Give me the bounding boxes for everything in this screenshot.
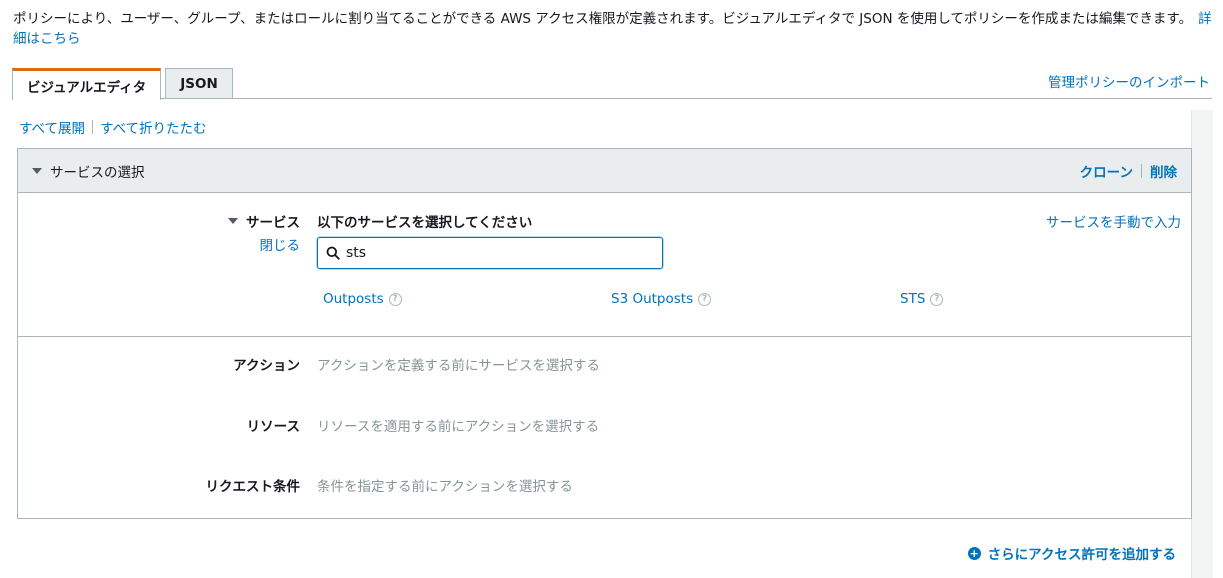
actions-label: アクション [233, 358, 300, 374]
help-icon[interactable]: ? [930, 292, 944, 306]
service-label-text: サービス [246, 215, 300, 231]
resources-label: リソース [246, 419, 300, 435]
expand-all-link[interactable]: すべて展開 [19, 117, 85, 137]
search-icon [326, 246, 340, 260]
permission-panel: サービスの選択 クローン 削除 サービス 閉じる 以下のサービスを選択してくださ… [17, 148, 1192, 519]
panel-header[interactable]: サービスの選択 クローン 削除 [18, 149, 1191, 193]
resources-hint: リソースを適用する前にアクションを選択する [317, 419, 600, 435]
tab-json[interactable]: JSON [165, 68, 233, 99]
service-results: Outposts ? S3 Outposts ? STS ? [323, 291, 1123, 311]
delete-button[interactable]: 削除 [1150, 161, 1177, 181]
actions-row: アクション アクションを定義する前にサービスを選択する [18, 354, 1191, 374]
editor-tabs: ビジュアルエディタ JSON [12, 68, 237, 100]
service-result-outposts[interactable]: Outposts [323, 291, 384, 307]
service-result-item[interactable]: Outposts ? [323, 291, 402, 307]
divider [1141, 163, 1142, 178]
collapse-all-link[interactable]: すべて折りたたむ [100, 117, 207, 137]
manual-service-link[interactable]: サービスを手動で入力 [1046, 211, 1181, 231]
caret-down-icon[interactable] [228, 218, 238, 224]
policy-description: ポリシーにより、ユーザー、グループ、またはロールに割り当てることができる AWS… [13, 9, 1213, 49]
service-result-sts[interactable]: STS [900, 291, 925, 307]
conditions-hint: 条件を指定する前にアクションを選択する [317, 479, 573, 495]
panel-actions: クローン 削除 [1080, 161, 1177, 181]
caret-down-icon[interactable] [32, 167, 42, 174]
service-result-s3-outposts[interactable]: S3 Outposts [611, 291, 693, 307]
add-permission-button[interactable]: + さらにアクセス許可を追加する [967, 543, 1176, 563]
conditions-label: リクエスト条件 [205, 479, 301, 495]
clone-button[interactable]: クローン [1080, 161, 1133, 181]
help-icon[interactable]: ? [698, 292, 712, 306]
plus-circle-icon: + [967, 546, 981, 560]
help-icon[interactable]: ? [388, 292, 402, 306]
conditions-row: リクエスト条件 条件を指定する前にアクションを選択する [18, 475, 1191, 495]
service-search-input[interactable] [346, 245, 646, 261]
expand-collapse-controls: すべて展開 すべて折りたたむ [19, 117, 207, 137]
close-service-link[interactable]: 閉じる [260, 234, 301, 254]
service-label[interactable]: サービス [228, 211, 300, 231]
service-result-item[interactable]: S3 Outposts ? [611, 291, 712, 307]
resources-row: リソース リソースを適用する前にアクションを選択する [18, 415, 1191, 435]
policy-description-text: ポリシーにより、ユーザー、グループ、またはロールに割り当てることができる AWS… [13, 11, 1193, 27]
tab-divider [12, 98, 1212, 99]
tab-visual-editor[interactable]: ビジュアルエディタ [12, 68, 162, 100]
actions-hint: アクションを定義する前にサービスを選択する [317, 358, 600, 374]
service-search-box[interactable] [317, 237, 663, 269]
divider [92, 120, 94, 134]
service-section: サービス 閉じる 以下のサービスを選択してください サービスを手動で入力 Out… [18, 193, 1191, 337]
panel-title: サービスの選択 [50, 164, 145, 181]
service-result-item[interactable]: STS ? [900, 291, 944, 307]
import-managed-policy-link[interactable]: 管理ポリシーのインポート [1048, 71, 1210, 91]
scrollbar-track[interactable] [1191, 110, 1213, 578]
add-permission-label: さらにアクセス許可を追加する [987, 547, 1176, 563]
service-prompt: 以下のサービスを選択してください [317, 215, 533, 231]
